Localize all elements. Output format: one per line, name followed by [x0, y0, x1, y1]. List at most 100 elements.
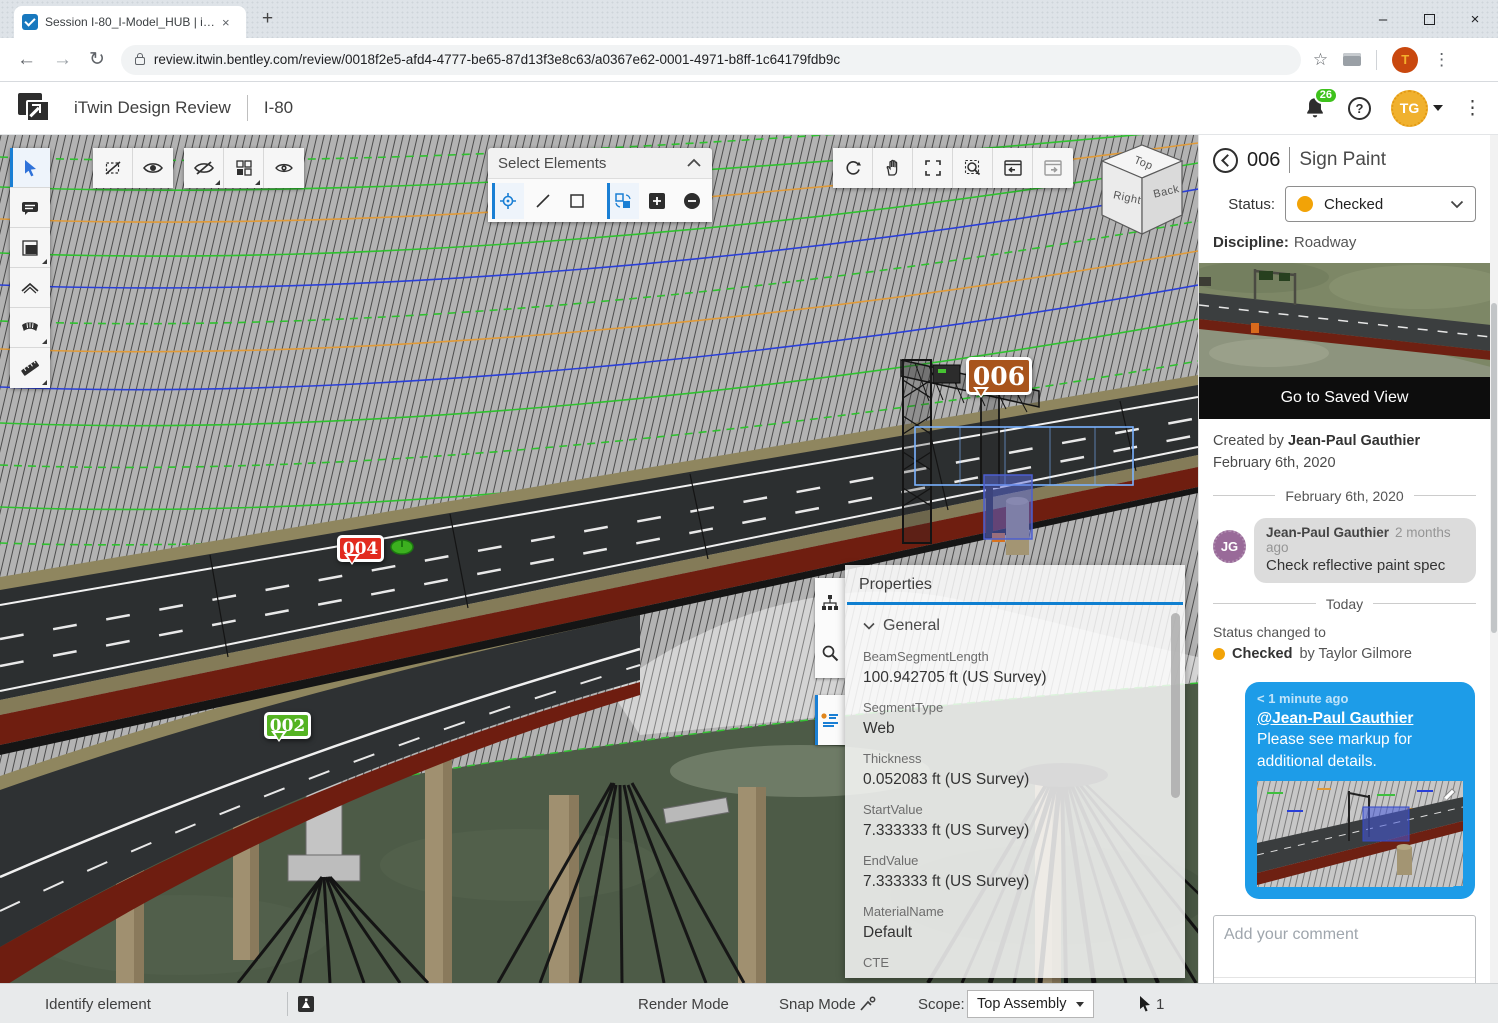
snap-mode-control[interactable]: Snap Mode [779, 984, 856, 1024]
help-button[interactable]: ? [1348, 97, 1371, 120]
close-button[interactable]: × [1452, 0, 1498, 38]
status-label: Status: [1213, 196, 1275, 213]
line-select-button[interactable] [526, 183, 558, 219]
notifications-button[interactable]: 26 [1302, 95, 1328, 121]
comment-input[interactable] [1214, 916, 1475, 972]
measure-tool-button[interactable] [10, 348, 50, 388]
fit-view-button[interactable] [913, 148, 953, 188]
bookmark-star-icon[interactable]: ☆ [1313, 50, 1328, 70]
select-elements-title: Select Elements [498, 155, 606, 172]
previous-view-icon [1003, 159, 1023, 177]
selection-cursor-icon [1138, 995, 1152, 1013]
pick-select-button[interactable] [492, 183, 524, 219]
project-name: I-80 [264, 98, 293, 118]
minimize-button[interactable]: – [1360, 0, 1406, 38]
markup-view-tool-button[interactable] [10, 308, 50, 348]
snap-mode-icon[interactable] [858, 994, 878, 1014]
browser-titlebar: Session I-80_I-Model_HUB | iTwin × + – × [0, 0, 1498, 38]
show-all-button[interactable] [264, 148, 304, 188]
collapse-chevron-icon[interactable] [686, 158, 702, 168]
properties-section-general[interactable]: General [863, 617, 1167, 635]
go-to-saved-view-button[interactable]: Go to Saved View [1199, 377, 1490, 419]
browser-profile-avatar[interactable]: T [1392, 47, 1418, 73]
pan-view-button[interactable] [873, 148, 913, 188]
issue-marker-002[interactable]: 002 [264, 712, 311, 739]
comment-item: JG Jean-Paul Gauthier2 months ago Check … [1213, 518, 1476, 583]
model-tree-icon[interactable] [820, 593, 840, 613]
selection-count: 1 [1156, 984, 1164, 1024]
browser-toolbar: ← → ↻ review.itwin.bentley.com/review/00… [0, 38, 1498, 82]
maximize-button[interactable] [1406, 0, 1452, 38]
marquee-deselect-icon [103, 158, 123, 178]
mention-comment-text: Please see markup for additional details… [1257, 731, 1412, 770]
model-viewport[interactable]: Select Elements [0, 135, 1198, 983]
properties-active-tab[interactable] [815, 695, 845, 745]
markup-image[interactable] [1257, 781, 1463, 887]
comment-text: Check reflective paint spec [1266, 557, 1464, 574]
scope-label: Scope: [918, 984, 965, 1024]
properties-panel[interactable]: Properties General BeamSegmentLength100.… [845, 565, 1185, 978]
add-mode-button[interactable] [641, 183, 673, 219]
measure-icon [19, 357, 41, 379]
previous-view-button[interactable] [993, 148, 1033, 188]
edit-markup-icon[interactable] [1439, 785, 1459, 805]
app-menu-icon[interactable]: ⋮ [1463, 97, 1482, 120]
divider [247, 95, 248, 121]
box-select-button[interactable] [561, 183, 593, 219]
user-avatar[interactable]: TG [1391, 90, 1428, 127]
saved-view-image[interactable] [1199, 263, 1490, 377]
new-tab-button[interactable]: + [262, 8, 273, 30]
view-cube[interactable]: Right Back Top [1096, 140, 1188, 244]
comment-input-box[interactable]: @ [1213, 915, 1476, 983]
window-zoom-button[interactable] [953, 148, 993, 188]
next-view-button[interactable] [1033, 148, 1073, 188]
eye-icon [142, 158, 164, 178]
discipline-label: Discipline: [1213, 234, 1289, 251]
snapshot-icon[interactable] [296, 994, 316, 1014]
address-bar[interactable]: review.itwin.bentley.com/review/0018f2e5… [121, 45, 1301, 75]
show-visibility-button[interactable] [133, 148, 173, 188]
zoom-icon [963, 158, 983, 178]
today-divider: Today [1213, 596, 1476, 612]
status-select[interactable]: Checked [1285, 186, 1476, 222]
discipline-value: Roadway [1294, 234, 1357, 251]
property-field: SegmentTypeWeb [863, 700, 1167, 738]
tab-close-icon[interactable]: × [222, 15, 230, 30]
comment-tool-button[interactable] [10, 188, 50, 228]
issue-marker-004[interactable]: 004 [337, 535, 384, 562]
browser-menu-icon[interactable]: ⋮ [1433, 50, 1450, 70]
status-dot [1213, 648, 1225, 660]
issue-marker-006[interactable]: 006 [966, 357, 1032, 395]
replace-mode-button[interactable] [607, 183, 639, 219]
tab-favicon-icon [22, 14, 38, 30]
tool-prompt: Identify element [45, 984, 151, 1024]
divider [287, 992, 288, 1016]
clip-plane-tool-button[interactable] [10, 268, 50, 308]
subtract-mode-button[interactable] [676, 183, 708, 219]
point-select-icon [498, 191, 518, 211]
hide-elements-button[interactable] [184, 148, 224, 188]
eye-slash-icon [193, 158, 215, 178]
isolate-models-button[interactable] [224, 148, 264, 188]
sidebar-scrollbar[interactable] [1490, 135, 1498, 983]
avatar-caret-icon[interactable] [1433, 105, 1443, 116]
browser-tab[interactable]: Session I-80_I-Model_HUB | iTwin × [14, 6, 246, 38]
line-select-icon [534, 192, 552, 210]
forward-button[interactable]: → [53, 49, 72, 71]
select-tool-button[interactable] [10, 148, 50, 188]
back-button[interactable]: ← [17, 49, 36, 71]
reload-button[interactable]: ↻ [89, 48, 105, 71]
scope-select[interactable]: Top Assembly [967, 990, 1094, 1018]
scrollbar-thumb[interactable] [1491, 303, 1497, 633]
search-icon[interactable] [820, 643, 840, 663]
render-mode-control[interactable]: Render Mode [638, 984, 729, 1024]
clear-selection-button[interactable] [93, 148, 133, 188]
back-button[interactable] [1213, 148, 1238, 173]
rotate-view-button[interactable] [833, 148, 873, 188]
extension-icon[interactable] [1343, 53, 1361, 66]
subtract-selection-icon [683, 192, 701, 210]
grid-squares-icon [234, 158, 254, 178]
section-tool-button[interactable] [10, 228, 50, 268]
mention-link[interactable]: @Jean-Paul Gauthier [1257, 710, 1413, 727]
properties-scrollbar[interactable] [1171, 613, 1180, 798]
